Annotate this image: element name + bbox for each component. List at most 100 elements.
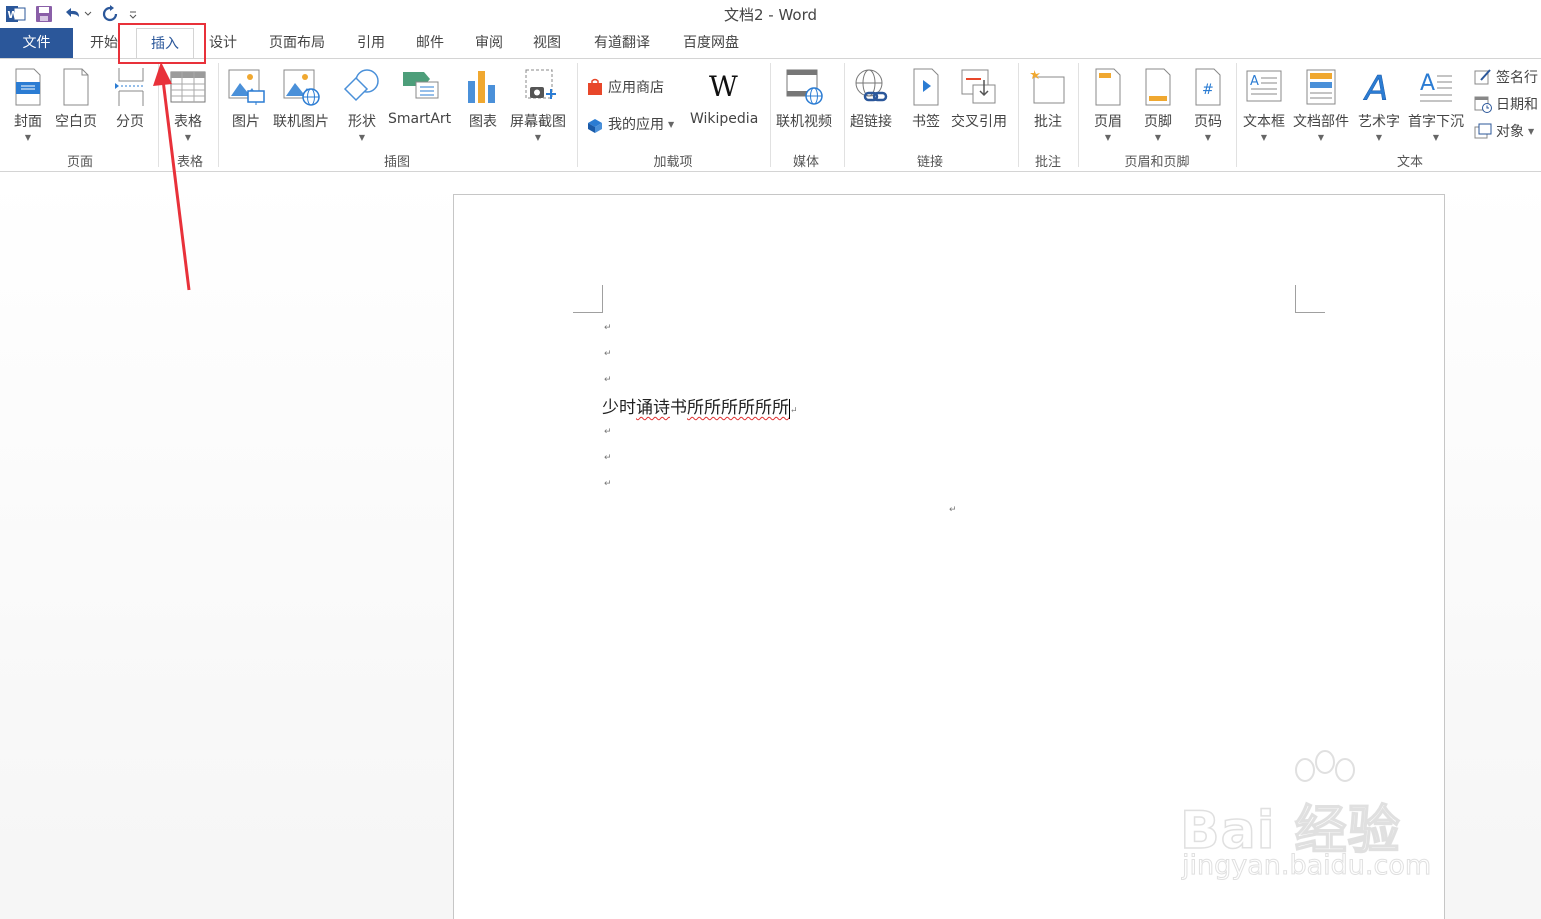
picture-icon bbox=[226, 65, 266, 109]
wikipedia-button[interactable]: W Wikipedia bbox=[690, 65, 758, 127]
tab-mailings[interactable]: 邮件 bbox=[409, 28, 451, 58]
date-time-button[interactable]: 日期和 bbox=[1474, 94, 1538, 114]
header-icon bbox=[1088, 65, 1128, 109]
tab-page-layout[interactable]: 页面布局 bbox=[260, 28, 334, 58]
chevron-down-icon: ▼ bbox=[1317, 133, 1325, 142]
quick-parts-button[interactable]: 文档部件 ▼ bbox=[1293, 65, 1349, 143]
baidu-watermark: Bai 经验 jingyan.baidu.com bbox=[1179, 750, 1470, 890]
group-label-media: 媒体 bbox=[792, 155, 819, 170]
ribbon: 封面 ▼ 空白页 分页 页面 表格 ▼ 表格 图片 联机图片 形状 ▼ Smar… bbox=[0, 58, 1541, 172]
blank-page-button[interactable]: 空白页 bbox=[55, 65, 97, 131]
paragraph-mark: ↵ bbox=[604, 349, 612, 359]
header-label: 页眉 bbox=[1094, 114, 1122, 130]
page-break-button[interactable]: 分页 bbox=[110, 65, 150, 131]
page-number-icon: # bbox=[1188, 65, 1228, 109]
header-button[interactable]: 页眉 ▼ bbox=[1088, 65, 1128, 143]
watermark-url: jingyan.baidu.com bbox=[1181, 850, 1432, 882]
chevron-down-icon: ▼ bbox=[1528, 126, 1535, 136]
wikipedia-icon: W bbox=[704, 65, 744, 109]
window-title: 文档2 - Word bbox=[723, 6, 818, 24]
tab-view[interactable]: 视图 bbox=[526, 28, 568, 58]
paragraph-mark: ↵ bbox=[790, 406, 798, 416]
group-label-addins: 加载项 bbox=[653, 155, 693, 170]
chevron-down-icon: ▼ bbox=[184, 133, 192, 142]
group-separator bbox=[1078, 63, 1079, 167]
ribbon-tabs: 文件 开始 插入 设计 页面布局 引用 邮件 审阅 视图 有道翻译 百度网盘 bbox=[0, 28, 1541, 59]
cross-reference-label: 交叉引用 bbox=[951, 114, 1007, 130]
page-number-button[interactable]: # 页码 ▼ bbox=[1188, 65, 1228, 143]
paragraph-mark: ↵ bbox=[604, 375, 612, 385]
signature-line-icon bbox=[1474, 69, 1491, 85]
cover-page-button[interactable]: 封面 ▼ bbox=[8, 65, 48, 143]
object-button[interactable]: 对象 ▼ bbox=[1474, 121, 1534, 141]
tab-review[interactable]: 审阅 bbox=[468, 28, 510, 58]
screenshot-button[interactable]: 屏幕截图 ▼ bbox=[510, 65, 566, 143]
chevron-down-icon: ▼ bbox=[24, 133, 32, 142]
margin-corner-top-left bbox=[573, 285, 603, 313]
quick-parts-icon bbox=[1301, 65, 1341, 109]
wordart-button[interactable]: A 艺术字 ▼ bbox=[1358, 65, 1400, 143]
smartart-icon bbox=[400, 65, 440, 109]
my-apps-button[interactable]: 我的应用 ▼ bbox=[586, 114, 674, 134]
table-icon bbox=[168, 65, 208, 109]
tab-design[interactable]: 设计 bbox=[202, 28, 244, 58]
tab-baidu-netdisk[interactable]: 百度网盘 bbox=[675, 28, 747, 58]
page-break-icon bbox=[110, 65, 150, 109]
tab-references[interactable]: 引用 bbox=[350, 28, 392, 58]
group-separator bbox=[158, 63, 159, 167]
drop-cap-button[interactable]: A 首字下沉 ▼ bbox=[1408, 65, 1464, 143]
table-button[interactable]: 表格 ▼ bbox=[168, 65, 208, 143]
group-label-links: 链接 bbox=[916, 155, 943, 170]
hyperlink-label: 超链接 bbox=[850, 114, 892, 130]
page-number-label: 页码 bbox=[1194, 114, 1222, 130]
my-apps-icon bbox=[588, 119, 602, 133]
tab-youdao[interactable]: 有道翻译 bbox=[586, 28, 658, 58]
signature-line-button[interactable]: 签名行 bbox=[1474, 67, 1538, 87]
screenshot-icon bbox=[518, 65, 558, 109]
group-separator bbox=[1236, 63, 1237, 167]
group-label-text: 文本 bbox=[1396, 155, 1423, 170]
comment-icon bbox=[1028, 65, 1068, 109]
document-area[interactable]: ↵ ↵ ↵ 少时诵诗书所所所所所所↵ ↵ ↵ ↵ ↵ Bai 经验 jingya… bbox=[0, 173, 1541, 919]
group-label-comments: 批注 bbox=[1034, 155, 1061, 170]
group-label-illustrations: 插图 bbox=[383, 155, 410, 170]
hyperlink-button[interactable]: 超链接 bbox=[850, 65, 892, 131]
annotation-highlight-box bbox=[118, 23, 206, 64]
smartart-button[interactable]: SmartArt bbox=[388, 65, 451, 127]
bookmark-button[interactable]: 书签 bbox=[906, 65, 946, 131]
spelling-error-run: 诵诗 bbox=[636, 398, 670, 418]
text-box-icon: A bbox=[1244, 65, 1284, 109]
svg-text:W: W bbox=[709, 70, 738, 103]
online-pictures-button[interactable]: 联机图片 bbox=[273, 65, 329, 131]
new-comment-button[interactable]: 批注 bbox=[1028, 65, 1068, 131]
chart-label: 图表 bbox=[469, 114, 497, 130]
date-time-label: 日期和 bbox=[1496, 97, 1538, 113]
chevron-down-icon: ▼ bbox=[1432, 133, 1440, 142]
chevron-down-icon: ▼ bbox=[534, 133, 542, 142]
chevron-down-icon: ▼ bbox=[358, 133, 366, 142]
blank-page-icon bbox=[56, 65, 96, 109]
hyperlink-icon bbox=[851, 65, 891, 109]
chart-button[interactable]: 图表 bbox=[463, 65, 503, 131]
object-icon bbox=[1474, 123, 1492, 139]
cover-page-label: 封面 bbox=[14, 114, 42, 130]
spelling-error-run: 所所所所所所 bbox=[687, 398, 789, 418]
bookmark-label: 书签 bbox=[912, 114, 940, 130]
group-separator bbox=[844, 63, 845, 167]
pictures-button[interactable]: 图片 bbox=[226, 65, 266, 131]
online-picture-icon bbox=[281, 65, 321, 109]
footer-button[interactable]: 页脚 ▼ bbox=[1138, 65, 1178, 143]
cross-reference-button[interactable]: 交叉引用 bbox=[951, 65, 1007, 131]
tab-file[interactable]: 文件 bbox=[0, 28, 73, 58]
online-video-button[interactable]: 联机视频 bbox=[776, 65, 832, 131]
chevron-down-icon: ▼ bbox=[1154, 133, 1162, 142]
shapes-button[interactable]: 形状 ▼ bbox=[342, 65, 382, 143]
office-store-button[interactable]: 应用商店 bbox=[586, 77, 664, 97]
new-comment-label: 批注 bbox=[1034, 114, 1062, 130]
document-text-line[interactable]: 少时诵诗书所所所所所所↵ bbox=[602, 393, 798, 419]
page-break-label: 分页 bbox=[116, 114, 144, 130]
chart-icon bbox=[463, 65, 503, 109]
text-box-button[interactable]: A 文本框 ▼ bbox=[1243, 65, 1285, 143]
chevron-down-icon: ▼ bbox=[668, 119, 675, 129]
bookmark-icon bbox=[906, 65, 946, 109]
